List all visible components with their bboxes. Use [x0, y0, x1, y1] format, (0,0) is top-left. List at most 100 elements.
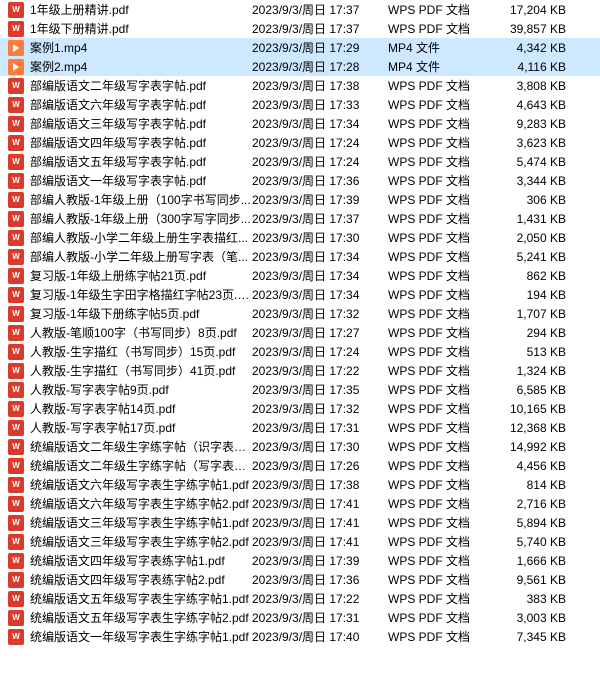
file-row[interactable]: 部编人教版-1年级上册（300字写字同步...2023/9/3/周日 17:37… — [0, 209, 600, 228]
file-row[interactable]: 部编人教版-1年级上册（100字书写同步...2023/9/3/周日 17:39… — [0, 190, 600, 209]
file-date: 2023/9/3/周日 17:39 — [252, 191, 388, 208]
file-name: 统编版语文五年级写字表生字练字帖1.pdf — [30, 590, 252, 607]
file-name: 人教版-生字描红（书写同步）15页.pdf — [30, 343, 252, 360]
pdf-file-icon — [8, 344, 24, 360]
file-name: 统编版语文二年级生字练字帖（识字表）... — [30, 438, 252, 455]
file-name: 统编版语文三年级写字表生字练字帖1.pdf — [30, 514, 252, 531]
file-name: 部编人教版-小学二年级上册生字表描红... — [30, 229, 252, 246]
file-row[interactable]: 人教版-写字表字帖17页.pdf2023/9/3/周日 17:31WPS PDF… — [0, 418, 600, 437]
file-type: WPS PDF 文档 — [388, 609, 488, 626]
file-date: 2023/9/3/周日 17:37 — [252, 1, 388, 18]
file-row[interactable]: 统编版语文一年级写字表生字练字帖1.pdf2023/9/3/周日 17:40WP… — [0, 627, 600, 646]
pdf-file-icon — [8, 21, 24, 37]
file-row[interactable]: 人教版-生字描红（书写同步）41页.pdf2023/9/3/周日 17:22WP… — [0, 361, 600, 380]
file-row[interactable]: 复习版-1年级上册练字帖21页.pdf2023/9/3/周日 17:34WPS … — [0, 266, 600, 285]
file-name: 复习版-1年级下册练字帖5页.pdf — [30, 305, 252, 322]
file-name: 部编人教版-1年级上册（300字写字同步... — [30, 210, 252, 227]
file-type: WPS PDF 文档 — [388, 115, 488, 132]
file-row[interactable]: 统编版语文四年级写字表练字帖2.pdf2023/9/3/周日 17:36WPS … — [0, 570, 600, 589]
file-row[interactable]: 1年级下册精讲.pdf2023/9/3/周日 17:37WPS PDF 文档39… — [0, 19, 600, 38]
file-size: 5,474 KB — [488, 155, 578, 169]
file-row[interactable]: 部编版语文四年级写字表字帖.pdf2023/9/3/周日 17:24WPS PD… — [0, 133, 600, 152]
file-date: 2023/9/3/周日 17:30 — [252, 229, 388, 246]
pdf-file-icon — [8, 610, 24, 626]
file-name: 统编版语文六年级写字表生字练字帖1.pdf — [30, 476, 252, 493]
file-row[interactable]: 统编版语文六年级写字表生字练字帖1.pdf2023/9/3/周日 17:38WP… — [0, 475, 600, 494]
file-name: 统编版语文三年级写字表生字练字帖2.pdf — [30, 533, 252, 550]
file-row[interactable]: 部编人教版-小学二年级上册写字表（笔...2023/9/3/周日 17:34WP… — [0, 247, 600, 266]
file-date: 2023/9/3/周日 17:34 — [252, 115, 388, 132]
file-row[interactable]: 人教版-写字表字帖14页.pdf2023/9/3/周日 17:32WPS PDF… — [0, 399, 600, 418]
file-row[interactable]: 部编版语文五年级写字表字帖.pdf2023/9/3/周日 17:24WPS PD… — [0, 152, 600, 171]
file-row[interactable]: 复习版-1年级下册练字帖5页.pdf2023/9/3/周日 17:32WPS P… — [0, 304, 600, 323]
file-type: WPS PDF 文档 — [388, 305, 488, 322]
file-size: 862 KB — [488, 269, 578, 283]
file-date: 2023/9/3/周日 17:24 — [252, 134, 388, 151]
file-row[interactable]: 统编版语文三年级写字表生字练字帖2.pdf2023/9/3/周日 17:41WP… — [0, 532, 600, 551]
file-row[interactable]: 部编版语文一年级写字表字帖.pdf2023/9/3/周日 17:36WPS PD… — [0, 171, 600, 190]
file-type: WPS PDF 文档 — [388, 476, 488, 493]
pdf-file-icon — [8, 534, 24, 550]
file-size: 2,716 KB — [488, 497, 578, 511]
file-size: 4,456 KB — [488, 459, 578, 473]
file-date: 2023/9/3/周日 17:33 — [252, 96, 388, 113]
file-date: 2023/9/3/周日 17:35 — [252, 381, 388, 398]
file-row[interactable]: 人教版-写字表字帖9页.pdf2023/9/3/周日 17:35WPS PDF … — [0, 380, 600, 399]
file-type: WPS PDF 文档 — [388, 400, 488, 417]
file-size: 39,857 KB — [488, 22, 578, 36]
file-row[interactable]: 部编人教版-小学二年级上册生字表描红...2023/9/3/周日 17:30WP… — [0, 228, 600, 247]
file-row[interactable]: 部编版语文三年级写字表字帖.pdf2023/9/3/周日 17:34WPS PD… — [0, 114, 600, 133]
file-name: 统编版语文五年级写字表生字练字帖2.pdf — [30, 609, 252, 626]
file-date: 2023/9/3/周日 17:32 — [252, 305, 388, 322]
file-row[interactable]: 1年级上册精讲.pdf2023/9/3/周日 17:37WPS PDF 文档17… — [0, 0, 600, 19]
pdf-file-icon — [8, 420, 24, 436]
file-type: WPS PDF 文档 — [388, 533, 488, 550]
pdf-file-icon — [8, 496, 24, 512]
file-date: 2023/9/3/周日 17:31 — [252, 419, 388, 436]
file-date: 2023/9/3/周日 17:36 — [252, 172, 388, 189]
file-type: WPS PDF 文档 — [388, 438, 488, 455]
file-name: 人教版-笔顺100字（书写同步）8页.pdf — [30, 324, 252, 341]
file-row[interactable]: 统编版语文五年级写字表生字练字帖1.pdf2023/9/3/周日 17:22WP… — [0, 589, 600, 608]
pdf-file-icon — [8, 591, 24, 607]
file-type: WPS PDF 文档 — [388, 96, 488, 113]
file-type: WPS PDF 文档 — [388, 324, 488, 341]
file-type: WPS PDF 文档 — [388, 495, 488, 512]
file-size: 5,740 KB — [488, 535, 578, 549]
file-date: 2023/9/3/周日 17:34 — [252, 286, 388, 303]
file-size: 14,992 KB — [488, 440, 578, 454]
pdf-file-icon — [8, 78, 24, 94]
file-type: WPS PDF 文档 — [388, 343, 488, 360]
file-row[interactable]: 案例2.mp42023/9/3/周日 17:28MP4 文件4,116 KB — [0, 57, 600, 76]
file-row[interactable]: 统编版语文五年级写字表生字练字帖2.pdf2023/9/3/周日 17:31WP… — [0, 608, 600, 627]
file-row[interactable]: 部编版语文六年级写字表字帖.pdf2023/9/3/周日 17:33WPS PD… — [0, 95, 600, 114]
pdf-file-icon — [8, 116, 24, 132]
pdf-file-icon — [8, 553, 24, 569]
file-name: 人教版-写字表字帖9页.pdf — [30, 381, 252, 398]
file-type: MP4 文件 — [388, 58, 488, 75]
file-size: 3,623 KB — [488, 136, 578, 150]
file-name: 部编版语文六年级写字表字帖.pdf — [30, 96, 252, 113]
file-row[interactable]: 统编版语文六年级写字表生字练字帖2.pdf2023/9/3/周日 17:41WP… — [0, 494, 600, 513]
pdf-file-icon — [8, 192, 24, 208]
file-date: 2023/9/3/周日 17:24 — [252, 153, 388, 170]
file-row[interactable]: 统编版语文二年级生字练字帖（识字表）...2023/9/3/周日 17:30WP… — [0, 437, 600, 456]
file-row[interactable]: 统编版语文二年级生字练字帖（写字表）...2023/9/3/周日 17:26WP… — [0, 456, 600, 475]
file-row[interactable]: 部编版语文二年级写字表字帖.pdf2023/9/3/周日 17:38WPS PD… — [0, 76, 600, 95]
file-name: 案例1.mp4 — [30, 39, 252, 56]
file-date: 2023/9/3/周日 17:22 — [252, 590, 388, 607]
file-row[interactable]: 统编版语文四年级写字表练字帖1.pdf2023/9/3/周日 17:39WPS … — [0, 551, 600, 570]
file-type: WPS PDF 文档 — [388, 1, 488, 18]
file-size: 513 KB — [488, 345, 578, 359]
file-row[interactable]: 案例1.mp42023/9/3/周日 17:29MP4 文件4,342 KB — [0, 38, 600, 57]
file-type: WPS PDF 文档 — [388, 267, 488, 284]
file-size: 12,368 KB — [488, 421, 578, 435]
file-type: WPS PDF 文档 — [388, 571, 488, 588]
file-size: 17,204 KB — [488, 3, 578, 17]
file-row[interactable]: 人教版-生字描红（书写同步）15页.pdf2023/9/3/周日 17:24WP… — [0, 342, 600, 361]
file-row[interactable]: 人教版-笔顺100字（书写同步）8页.pdf2023/9/3/周日 17:27W… — [0, 323, 600, 342]
file-row[interactable]: 统编版语文三年级写字表生字练字帖1.pdf2023/9/3/周日 17:41WP… — [0, 513, 600, 532]
pdf-file-icon — [8, 363, 24, 379]
file-type: WPS PDF 文档 — [388, 419, 488, 436]
file-row[interactable]: 复习版-1年级生字田字格描红字帖23页.p...2023/9/3/周日 17:3… — [0, 285, 600, 304]
